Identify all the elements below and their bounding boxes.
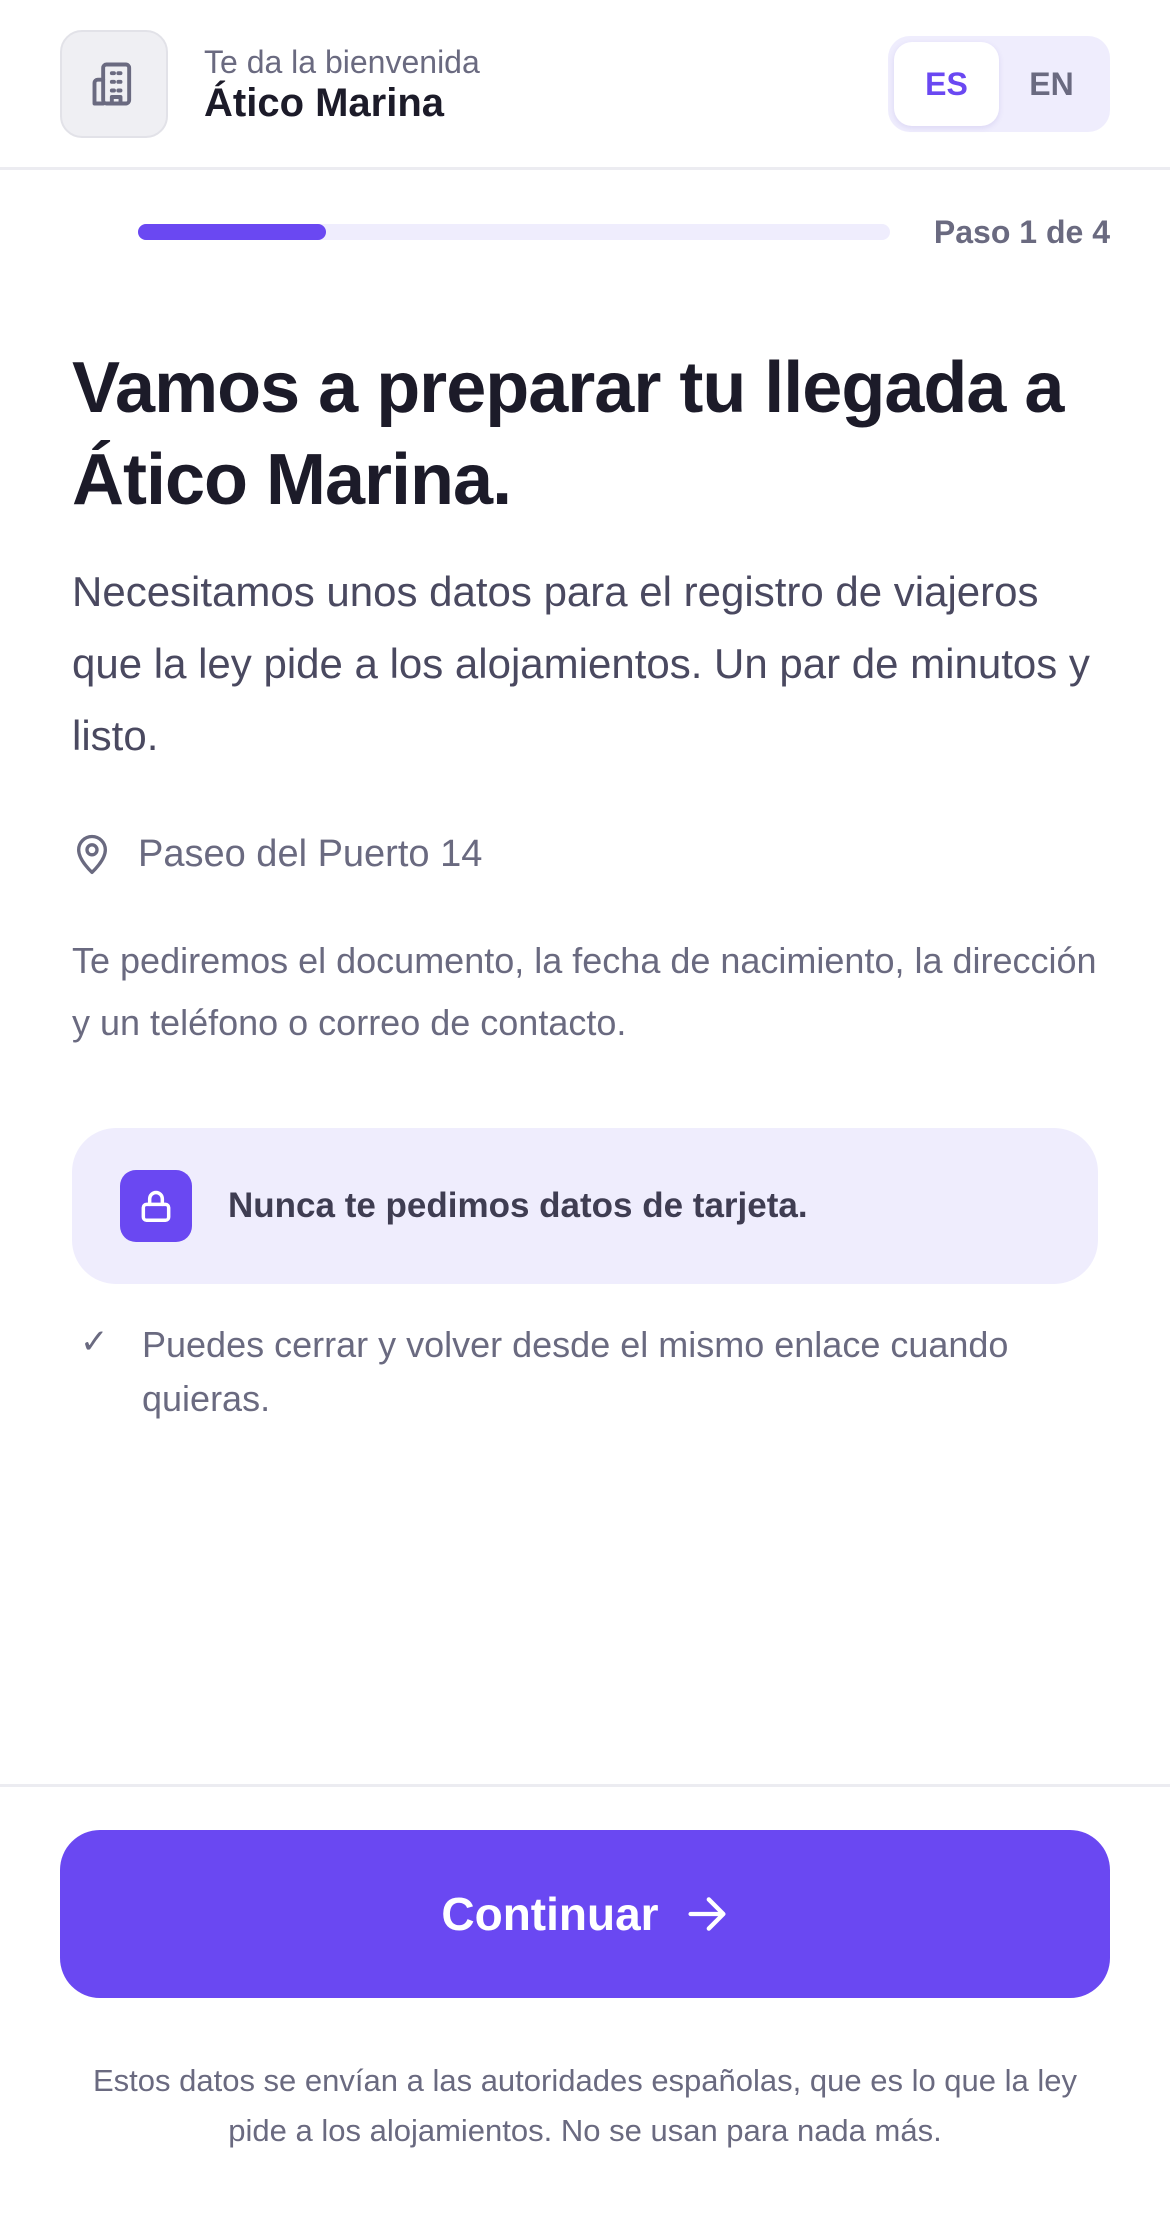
footer-divider xyxy=(0,1784,1170,1787)
no-card-notice-text: Nunca te pedimos datos de tarjeta. xyxy=(228,1186,808,1225)
welcome-text: Te da la bienvenida xyxy=(204,44,480,80)
header: Te da la bienvenida Ático Marina ES EN xyxy=(0,0,1170,170)
language-option-es[interactable]: ES xyxy=(894,42,999,126)
step-indicator: Paso 1 de 4 xyxy=(933,214,1110,250)
checkin-page: Te da la bienvenida Ático Marina ES EN P… xyxy=(0,0,1170,2220)
lock-badge xyxy=(120,1170,192,1242)
check-icon: ✓ xyxy=(80,1323,109,1361)
address-row: Paseo del Puerto 14 xyxy=(72,826,482,882)
arrow-right-icon xyxy=(688,1897,726,1931)
lock-icon xyxy=(141,1190,171,1222)
property-logo xyxy=(60,30,168,138)
legal-notice: Estos datos se envían a las autoridades … xyxy=(92,2063,1078,2148)
resume-tip-text: Puedes cerrar y volver desde el mismo en… xyxy=(142,1324,1009,1419)
property-name: Ático Marina xyxy=(204,81,445,125)
building-icon xyxy=(92,62,132,106)
property-address: Paseo del Puerto 14 xyxy=(138,832,483,875)
language-toggle: ES EN xyxy=(888,36,1110,132)
no-card-notice: Nunca te pedimos datos de tarjeta. xyxy=(72,1128,1098,1284)
continue-button-label: Continuar xyxy=(441,1888,659,1940)
required-data-text: Te pediremos el documento, la fecha de n… xyxy=(72,940,1097,1043)
intro-text: Necesitamos unos datos para el registro … xyxy=(72,568,1090,759)
progress-fill xyxy=(138,224,326,240)
continue-button[interactable]: Continuar xyxy=(60,1830,1110,1998)
progress-bar xyxy=(138,224,890,240)
map-pin-icon xyxy=(77,834,108,874)
language-option-en[interactable]: EN xyxy=(999,42,1104,126)
page-title: Vamos a preparar tu llegada a Ático Mari… xyxy=(72,348,1064,520)
